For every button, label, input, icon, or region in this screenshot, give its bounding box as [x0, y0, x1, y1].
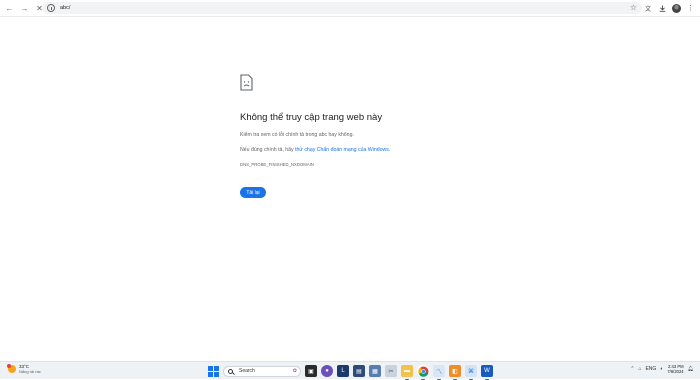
start-button[interactable]	[207, 365, 219, 377]
orange-app-icon[interactable]: ◧	[449, 365, 461, 380]
site-info-icon[interactable]	[47, 4, 55, 12]
diagnostics-suffix: .	[388, 147, 391, 153]
error-suggestion: Kiểm tra xem có lỗi chính tả trong abc h…	[240, 132, 354, 138]
network-icon[interactable]: ⌂	[638, 366, 641, 372]
l-app-icon[interactable]: L	[337, 365, 349, 377]
svg-text:文: 文	[645, 5, 651, 12]
file-explorer-icon[interactable]: ▬	[401, 365, 413, 380]
search-icon	[228, 368, 233, 374]
clock[interactable]: 2:43 PM 7/8/2024	[667, 364, 683, 374]
search-highlight-icon: ✿	[292, 368, 297, 374]
forward-arrow-icon: →	[20, 3, 29, 13]
document-app-icon[interactable]: ▤	[353, 365, 365, 377]
browser-toolbar: ← → ✕ abc/ ☆ 文 ⋮	[0, 0, 700, 17]
weather-widget[interactable]: 33°C Nắng rải rác	[7, 364, 41, 374]
language-indicator[interactable]: ENG	[645, 366, 656, 372]
profile-avatar[interactable]	[671, 2, 682, 14]
url-text[interactable]: abc/	[60, 5, 70, 11]
taskbar-search[interactable]: Search ✿	[223, 365, 301, 377]
taskbar: 33°C Nắng rải rác Search ✿ ▣ ● L ▤ ▦ ✂ ▬…	[0, 361, 700, 380]
word-icon[interactable]: W	[481, 365, 493, 380]
notification-bell-icon[interactable]: 🔔︎	[688, 366, 694, 372]
back-button[interactable]: ←	[3, 2, 16, 15]
task-view-icon[interactable]: ▣	[305, 365, 317, 377]
avatar	[672, 3, 681, 13]
menu-icon[interactable]: ⋮	[685, 2, 696, 14]
diagnostics-prefix: Nếu đúng chính tả, hãy	[240, 147, 296, 153]
weather-condition: Nắng rải rác	[19, 369, 41, 374]
weather-sun-icon	[7, 364, 16, 373]
bookmark-star-icon[interactable]: ☆	[630, 3, 637, 12]
error-page: Không thể truy cập trang web này Kiểm tr…	[240, 74, 500, 198]
calculator-icon[interactable]: ▦	[369, 365, 381, 377]
network-diagnostics-link[interactable]: thử chạy Chẩn đoán mạng của Windows	[295, 147, 389, 153]
snipping-tool-icon[interactable]: ✂	[385, 365, 397, 377]
back-arrow-icon: ←	[5, 3, 14, 13]
download-icon[interactable]	[657, 2, 668, 14]
error-code: DNS_PROBE_FINISHED_NXDOMAIN	[240, 162, 314, 167]
reload-button[interactable]: Tải lại	[240, 187, 266, 198]
search-label: Search	[239, 368, 255, 374]
translate-icon[interactable]: 文	[643, 2, 654, 14]
chrome-icon[interactable]	[417, 365, 429, 380]
clock-date: 7/8/2024	[667, 369, 684, 374]
error-title: Không thể truy cập trang web này	[240, 112, 383, 123]
error-diagnostics-line: Nếu đúng chính tả, hãy thử chạy Chẩn đoá…	[240, 147, 500, 154]
sad-page-icon	[240, 74, 253, 91]
forward-button[interactable]: →	[18, 2, 31, 15]
address-bar[interactable]: abc/ ☆	[42, 2, 642, 14]
volume-icon[interactable]: ◐	[660, 366, 663, 372]
code-app-icon[interactable]: ⌘	[465, 365, 477, 380]
windows-logo-icon	[207, 365, 219, 377]
chart-app-icon[interactable]: 〽	[433, 365, 445, 380]
show-hidden-icons-chevron-icon[interactable]: ⌃	[630, 366, 634, 372]
chat-app-icon[interactable]: ●	[321, 365, 333, 377]
